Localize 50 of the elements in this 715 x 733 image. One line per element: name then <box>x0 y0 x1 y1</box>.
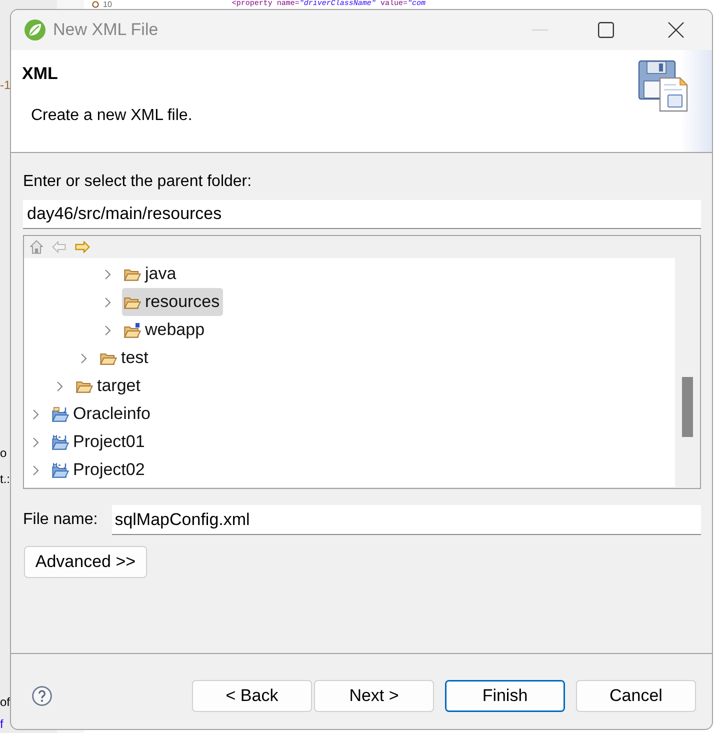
folder-icon <box>76 379 93 393</box>
wizard-button[interactable]: < Back <box>192 680 312 712</box>
chevron-icon[interactable] <box>104 296 112 308</box>
page-description: Create a new XML file. <box>31 106 192 126</box>
tree-item[interactable]: Project01 <box>50 428 148 456</box>
scrollbar-thumb[interactable] <box>682 377 693 437</box>
tree-item[interactable]: target <box>74 372 144 400</box>
parent-folder-label: Enter or select the parent folder: <box>23 172 252 192</box>
folder-icon <box>124 295 141 309</box>
tree-item[interactable]: Oracleinfo <box>50 400 154 428</box>
leaf-logo-icon <box>24 19 46 41</box>
chevron-icon[interactable] <box>80 352 88 364</box>
tree-item[interactable]: Project02 <box>50 456 148 484</box>
code-fragment: t.: <box>0 472 10 486</box>
wizard-button[interactable]: Next > <box>314 680 434 712</box>
parent-folder-field[interactable]: day46/src/main/resources <box>23 200 701 229</box>
window-title: New XML File <box>53 20 158 40</box>
maximize-icon[interactable] <box>598 22 614 38</box>
folder-icon <box>100 351 117 365</box>
marker-icon <box>92 1 99 8</box>
project-folder-icon <box>52 434 69 450</box>
file-name-label: File name: <box>23 511 98 529</box>
chevron-icon[interactable] <box>32 464 40 476</box>
wizard-button[interactable]: Cancel <box>576 680 696 712</box>
chevron-icon[interactable] <box>32 436 40 448</box>
code-fragment: of <box>0 695 10 709</box>
help-icon[interactable] <box>32 686 52 706</box>
chevron-icon[interactable] <box>104 268 112 280</box>
tree-item[interactable]: test <box>98 344 152 372</box>
tree-item[interactable]: resources <box>122 288 223 316</box>
chevron-icon[interactable] <box>104 324 112 336</box>
chevron-icon[interactable] <box>56 380 64 392</box>
code-fragment: f <box>0 717 4 731</box>
advanced-button[interactable]: Advanced >> <box>24 546 147 578</box>
wizard-button[interactable]: Finish <box>445 680 565 712</box>
line-number: 10 <box>103 0 112 9</box>
page-title: XML <box>22 63 58 85</box>
file-name-field[interactable]: sqlMapConfig.xml <box>112 505 701 535</box>
close-icon[interactable] <box>668 22 684 38</box>
folder-icon <box>124 267 141 281</box>
code-fragment: o <box>0 446 7 460</box>
tree-item[interactable]: java <box>122 260 180 288</box>
project-folder-icon <box>52 462 69 478</box>
code-fragment: -1 <box>0 78 11 92</box>
floppy-document-icon <box>638 60 690 112</box>
tree-item[interactable]: webapp <box>122 316 208 344</box>
chevron-icon[interactable] <box>32 408 40 420</box>
project-folder-icon <box>52 406 69 422</box>
forward-arrow-icon[interactable] <box>75 241 90 253</box>
badged-folder-icon <box>124 322 141 338</box>
